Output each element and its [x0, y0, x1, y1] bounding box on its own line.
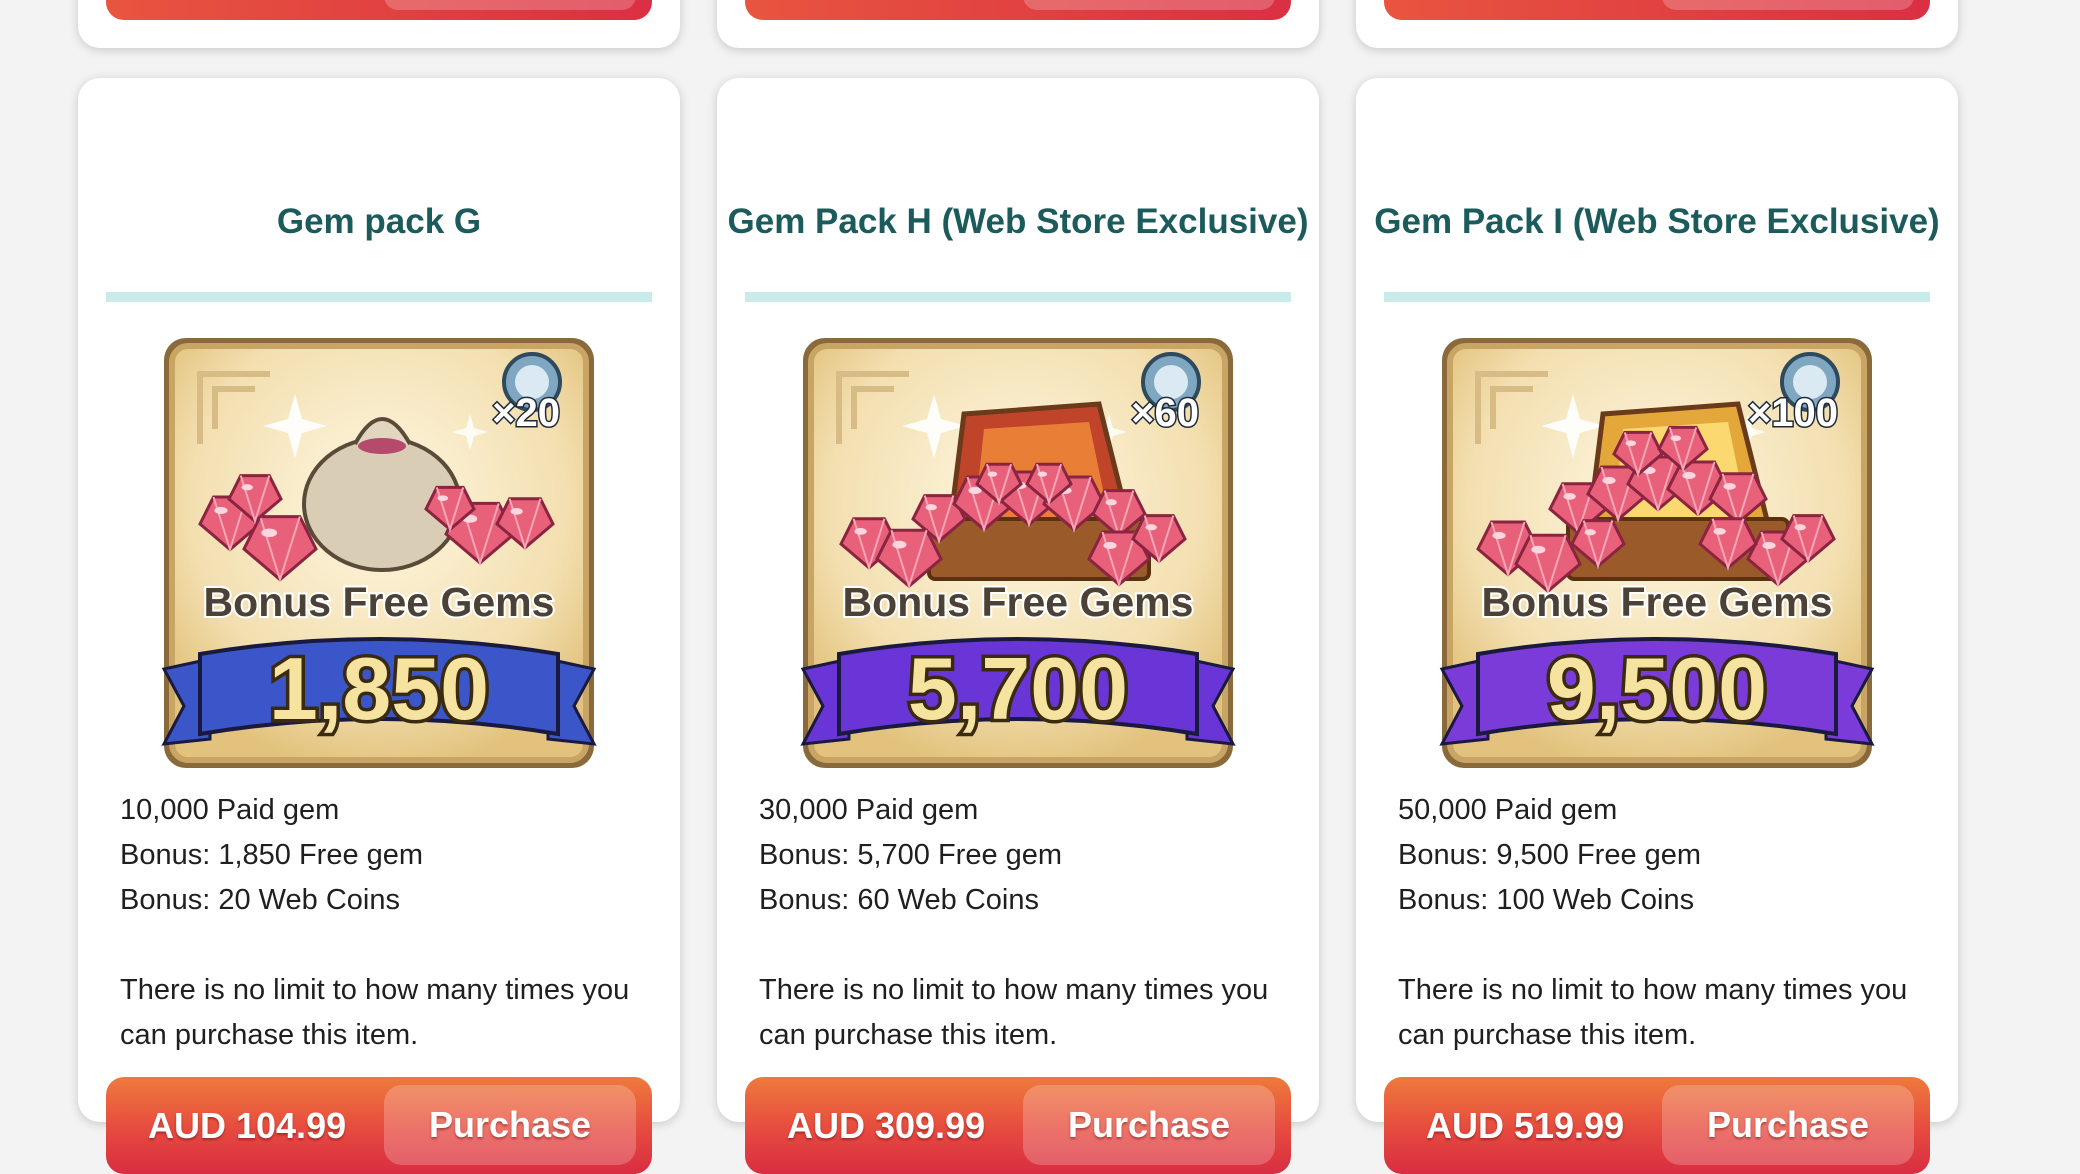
- pack-details: 10,000 Paid gem Bonus: 1,850 Free gem Bo…: [120, 788, 629, 1058]
- purchase-limit-line: can purchase this item.: [120, 1019, 419, 1051]
- pack-image: ×60 Bonus Free Gems 5,700: [799, 334, 1237, 772]
- badge-multiplier: ×20: [492, 391, 560, 435]
- banner-caption: Bonus Free Gems: [1482, 579, 1833, 625]
- gem-bag-icon: ×20 Bonus Free Gems 1,850: [161, 338, 597, 768]
- buy-bar[interactable]: AUD 104.99 Purchase: [106, 1077, 652, 1174]
- pack-title: Gem Pack H (Web Store Exclusive): [727, 202, 1309, 241]
- previous-pack-card: [717, 0, 1319, 48]
- bonus-web-coins-text: Bonus: 20 Web Coins: [120, 884, 400, 916]
- banner-caption: Bonus Free Gems: [843, 579, 1194, 625]
- purchase-limit-line: There is no limit to how many times you: [1398, 974, 1908, 1006]
- purchase-limit-line: There is no limit to how many times you: [759, 974, 1269, 1006]
- banner-amount: 1,850: [269, 639, 489, 738]
- bonus-free-gem-text: Bonus: 1,850 Free gem: [120, 839, 424, 871]
- price-label: AUD 519.99: [1426, 1105, 1625, 1146]
- pack-image: ×20 Bonus Free Gems 1,850: [160, 334, 598, 772]
- bonus-web-coins-text: Bonus: 60 Web Coins: [759, 884, 1039, 916]
- previous-buy-bar[interactable]: [1384, 0, 1930, 20]
- purchase-limit-line: can purchase this item.: [759, 1019, 1058, 1051]
- pack-details: 50,000 Paid gem Bonus: 9,500 Free gem Bo…: [1398, 788, 1907, 1058]
- purchase-limit-line: There is no limit to how many times you: [120, 974, 630, 1006]
- purchase-limit-line: can purchase this item.: [1398, 1019, 1697, 1051]
- previous-purchase-button[interactable]: [1023, 0, 1275, 10]
- gem-pack-card: Gem Pack I (Web Store Exclusive) ×100 Bon…: [1356, 78, 1958, 1174]
- gem-pack-card: Gem Pack H (Web Store Exclusive) ×60 Bonu…: [717, 78, 1319, 1174]
- paid-gem-text: 10,000 Paid gem: [120, 794, 340, 826]
- purchase-button[interactable]: Purchase: [1023, 1085, 1275, 1165]
- bonus-free-gem-text: Bonus: 9,500 Free gem: [1398, 839, 1702, 871]
- title-divider: [106, 292, 652, 302]
- paid-gem-text: 50,000 Paid gem: [1398, 794, 1618, 826]
- badge-multiplier: ×100: [1748, 391, 1838, 435]
- buy-bar[interactable]: AUD 519.99 Purchase: [1384, 1077, 1930, 1174]
- gem-treasure-chest-icon: ×100 Bonus Free Gems 9,500: [1439, 338, 1875, 768]
- banner-amount: 5,700: [908, 639, 1128, 738]
- title-divider: [745, 292, 1291, 302]
- previous-purchase-button[interactable]: [1662, 0, 1914, 10]
- banner-amount: 9,500: [1547, 639, 1767, 738]
- previous-buy-bar[interactable]: [745, 0, 1291, 20]
- gem-pack-card: Gem pack G ×20 Bonus Free Gems 1,850 10,00…: [78, 78, 680, 1174]
- bonus-free-gem-text: Bonus: 5,700 Free gem: [759, 839, 1063, 871]
- paid-gem-text: 30,000 Paid gem: [759, 794, 979, 826]
- purchase-button[interactable]: Purchase: [384, 1085, 636, 1165]
- pack-details: 30,000 Paid gem Bonus: 5,700 Free gem Bo…: [759, 788, 1268, 1058]
- price-label: AUD 104.99: [148, 1105, 347, 1146]
- price-label: AUD 309.99: [787, 1105, 986, 1146]
- bonus-web-coins-text: Bonus: 100 Web Coins: [1398, 884, 1695, 916]
- badge-multiplier: ×60: [1131, 391, 1199, 435]
- title-divider: [1384, 292, 1930, 302]
- previous-pack-card: [78, 0, 680, 48]
- buy-bar[interactable]: AUD 309.99 Purchase: [745, 1077, 1291, 1174]
- gem-chest-icon: ×60 Bonus Free Gems 5,700: [800, 338, 1236, 768]
- pack-title: Gem Pack I (Web Store Exclusive): [1374, 202, 1940, 241]
- previous-purchase-button[interactable]: [384, 0, 636, 10]
- pack-title: Gem pack G: [276, 202, 482, 241]
- previous-buy-bar[interactable]: [106, 0, 652, 20]
- purchase-button[interactable]: Purchase: [1662, 1085, 1914, 1165]
- pack-image: ×100 Bonus Free Gems 9,500: [1438, 334, 1876, 772]
- banner-caption: Bonus Free Gems: [204, 579, 555, 625]
- previous-pack-card: [1356, 0, 1958, 48]
